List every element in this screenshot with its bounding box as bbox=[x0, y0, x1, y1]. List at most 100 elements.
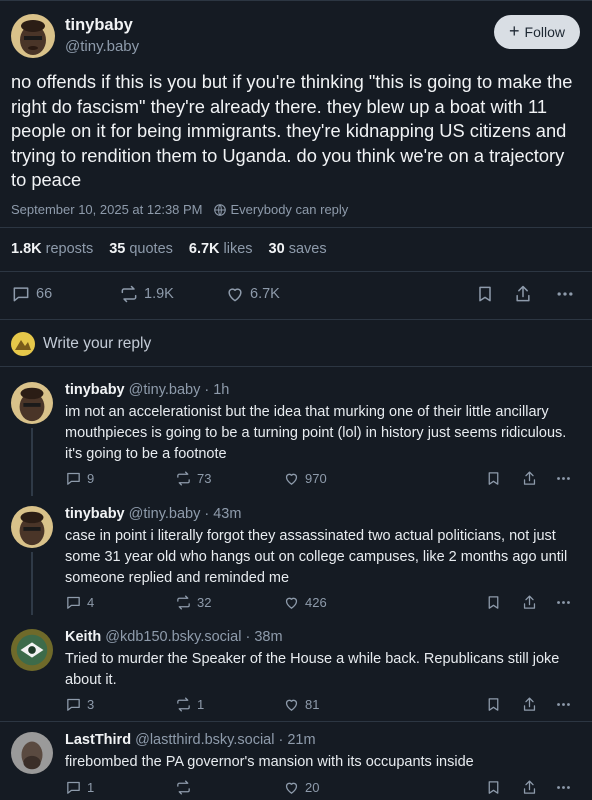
bookmark-button[interactable] bbox=[485, 470, 502, 487]
reply-actions: 1 20 bbox=[65, 779, 580, 797]
reply-item[interactable]: LastThird @lastthird.bsky.social · 21m f… bbox=[0, 732, 592, 800]
post-actions: 66 1.9K 6.7K bbox=[11, 284, 581, 306]
like-button[interactable]: 20 bbox=[283, 779, 319, 796]
actions-divider bbox=[0, 319, 592, 320]
reply-avatar[interactable] bbox=[11, 382, 53, 424]
like-icon bbox=[228, 288, 242, 302]
reply-icon bbox=[67, 698, 80, 711]
stat-quotes[interactable]: 35 quotes bbox=[109, 241, 173, 257]
reply-author-handle[interactable]: @tiny.baby bbox=[129, 506, 201, 522]
repost-icon bbox=[177, 595, 190, 610]
repost-button[interactable]: 73 bbox=[175, 470, 211, 487]
stats-divider-top bbox=[0, 227, 592, 228]
more-button[interactable] bbox=[555, 594, 572, 611]
repost-icon bbox=[177, 780, 190, 795]
bookmark-button[interactable] bbox=[475, 284, 495, 304]
follow-button[interactable]: + Follow bbox=[494, 15, 580, 49]
like-button[interactable]: 426 bbox=[283, 594, 327, 611]
like-button[interactable]: 6.7K bbox=[225, 284, 280, 304]
like-button[interactable]: 81 bbox=[283, 696, 319, 713]
reply-author-name[interactable]: LastThird bbox=[65, 732, 131, 748]
share-button[interactable] bbox=[513, 284, 533, 304]
bookmark-button[interactable] bbox=[485, 594, 502, 611]
post-timestamp[interactable]: September 10, 2025 at 12:38 PM bbox=[11, 202, 203, 217]
reply-text: im not an accelerationist but the idea t… bbox=[65, 404, 567, 462]
reply-header: LastThird @lastthird.bsky.social · 21m bbox=[65, 732, 316, 748]
reply-setting-label: Everybody can reply bbox=[230, 202, 349, 217]
share-button[interactable] bbox=[521, 594, 538, 611]
bookmark-button[interactable] bbox=[485, 779, 502, 796]
stat-likes[interactable]: 6.7K likes bbox=[189, 241, 253, 257]
reply-header: tinybaby @tiny.baby · 43m bbox=[65, 506, 241, 522]
stat-reposts[interactable]: 1.8K reposts bbox=[11, 241, 93, 257]
author-handle[interactable]: @tiny.baby bbox=[65, 38, 139, 55]
reply-button[interactable]: 1 bbox=[65, 779, 94, 796]
bookmark-icon bbox=[488, 472, 499, 485]
reply-time[interactable]: · 1h bbox=[204, 382, 229, 398]
more-icon bbox=[557, 477, 570, 480]
reply-button[interactable]: 3 bbox=[65, 696, 94, 713]
repost-icon bbox=[177, 471, 190, 486]
reply-count: 66 bbox=[36, 286, 53, 302]
repost-button[interactable]: 32 bbox=[175, 594, 211, 611]
author-name[interactable]: tinybaby bbox=[65, 16, 133, 35]
reply-divider bbox=[0, 721, 592, 722]
more-button[interactable] bbox=[555, 470, 572, 487]
reply-composer[interactable]: Write your reply bbox=[11, 332, 151, 356]
reply-avatar[interactable] bbox=[11, 506, 53, 548]
face-avatar-image bbox=[11, 14, 55, 58]
bookmark-icon bbox=[488, 698, 499, 711]
reply-author-name[interactable]: Keith bbox=[65, 629, 101, 645]
more-button[interactable] bbox=[555, 284, 575, 304]
like-button[interactable]: 970 bbox=[283, 470, 327, 487]
reply-avatar[interactable] bbox=[11, 629, 53, 671]
bookmark-button[interactable] bbox=[485, 696, 502, 713]
repost-button[interactable] bbox=[175, 779, 197, 796]
reply-author-handle[interactable]: @lastthird.bsky.social bbox=[135, 732, 274, 748]
reply-button[interactable]: 66 bbox=[11, 284, 52, 304]
like-count: 6.7K bbox=[250, 286, 280, 302]
reply-item[interactable]: Keith @kdb150.bsky.social · 38m Tried to… bbox=[0, 629, 592, 717]
reply-author-name[interactable]: tinybaby bbox=[65, 506, 125, 522]
stats-divider-bottom bbox=[0, 271, 592, 272]
reply-text: case in point i literally forgot they as… bbox=[65, 528, 568, 586]
like-icon bbox=[285, 473, 298, 485]
reply-button[interactable]: 4 bbox=[65, 594, 94, 611]
reply-header: tinybaby @tiny.baby · 1h bbox=[65, 382, 229, 398]
more-button[interactable] bbox=[555, 696, 572, 713]
like-icon bbox=[285, 699, 298, 711]
share-button[interactable] bbox=[521, 779, 538, 796]
reply-button[interactable]: 9 bbox=[65, 470, 94, 487]
plus-icon: + bbox=[509, 21, 520, 41]
reply-time[interactable]: · 43m bbox=[204, 506, 241, 522]
reply-setting[interactable]: Everybody can reply bbox=[213, 202, 349, 217]
reply-author-name[interactable]: tinybaby bbox=[65, 382, 125, 398]
author-avatar[interactable] bbox=[11, 14, 55, 58]
reply-icon bbox=[67, 781, 80, 794]
repost-button[interactable]: 1 bbox=[175, 696, 204, 713]
reply-item[interactable]: tinybaby @tiny.baby · 1h im not an accel… bbox=[0, 382, 592, 492]
more-icon bbox=[557, 786, 570, 789]
reply-time[interactable]: · 38m bbox=[245, 629, 282, 645]
follow-label: Follow bbox=[524, 24, 565, 40]
reply-author-handle[interactable]: @kdb150.bsky.social bbox=[105, 629, 241, 645]
reply-time[interactable]: · 21m bbox=[278, 732, 315, 748]
repost-button[interactable]: 1.9K bbox=[119, 284, 174, 304]
reply-avatar[interactable] bbox=[11, 732, 53, 774]
more-button[interactable] bbox=[555, 779, 572, 796]
reply-icon bbox=[67, 596, 80, 609]
my-avatar bbox=[11, 332, 35, 356]
reply-icon bbox=[13, 287, 29, 302]
bookmark-icon bbox=[488, 596, 499, 609]
stat-saves[interactable]: 30 saves bbox=[269, 241, 327, 257]
share-button[interactable] bbox=[521, 696, 538, 713]
like-icon bbox=[285, 782, 298, 794]
globe-icon bbox=[213, 203, 226, 216]
share-icon bbox=[523, 780, 536, 794]
reply-author-handle[interactable]: @tiny.baby bbox=[129, 382, 201, 398]
repost-count: 1.9K bbox=[144, 286, 174, 302]
share-button[interactable] bbox=[521, 470, 538, 487]
reply-item[interactable]: tinybaby @tiny.baby · 43m case in point … bbox=[0, 506, 592, 616]
more-icon bbox=[557, 703, 570, 706]
reply-icon bbox=[67, 472, 80, 485]
